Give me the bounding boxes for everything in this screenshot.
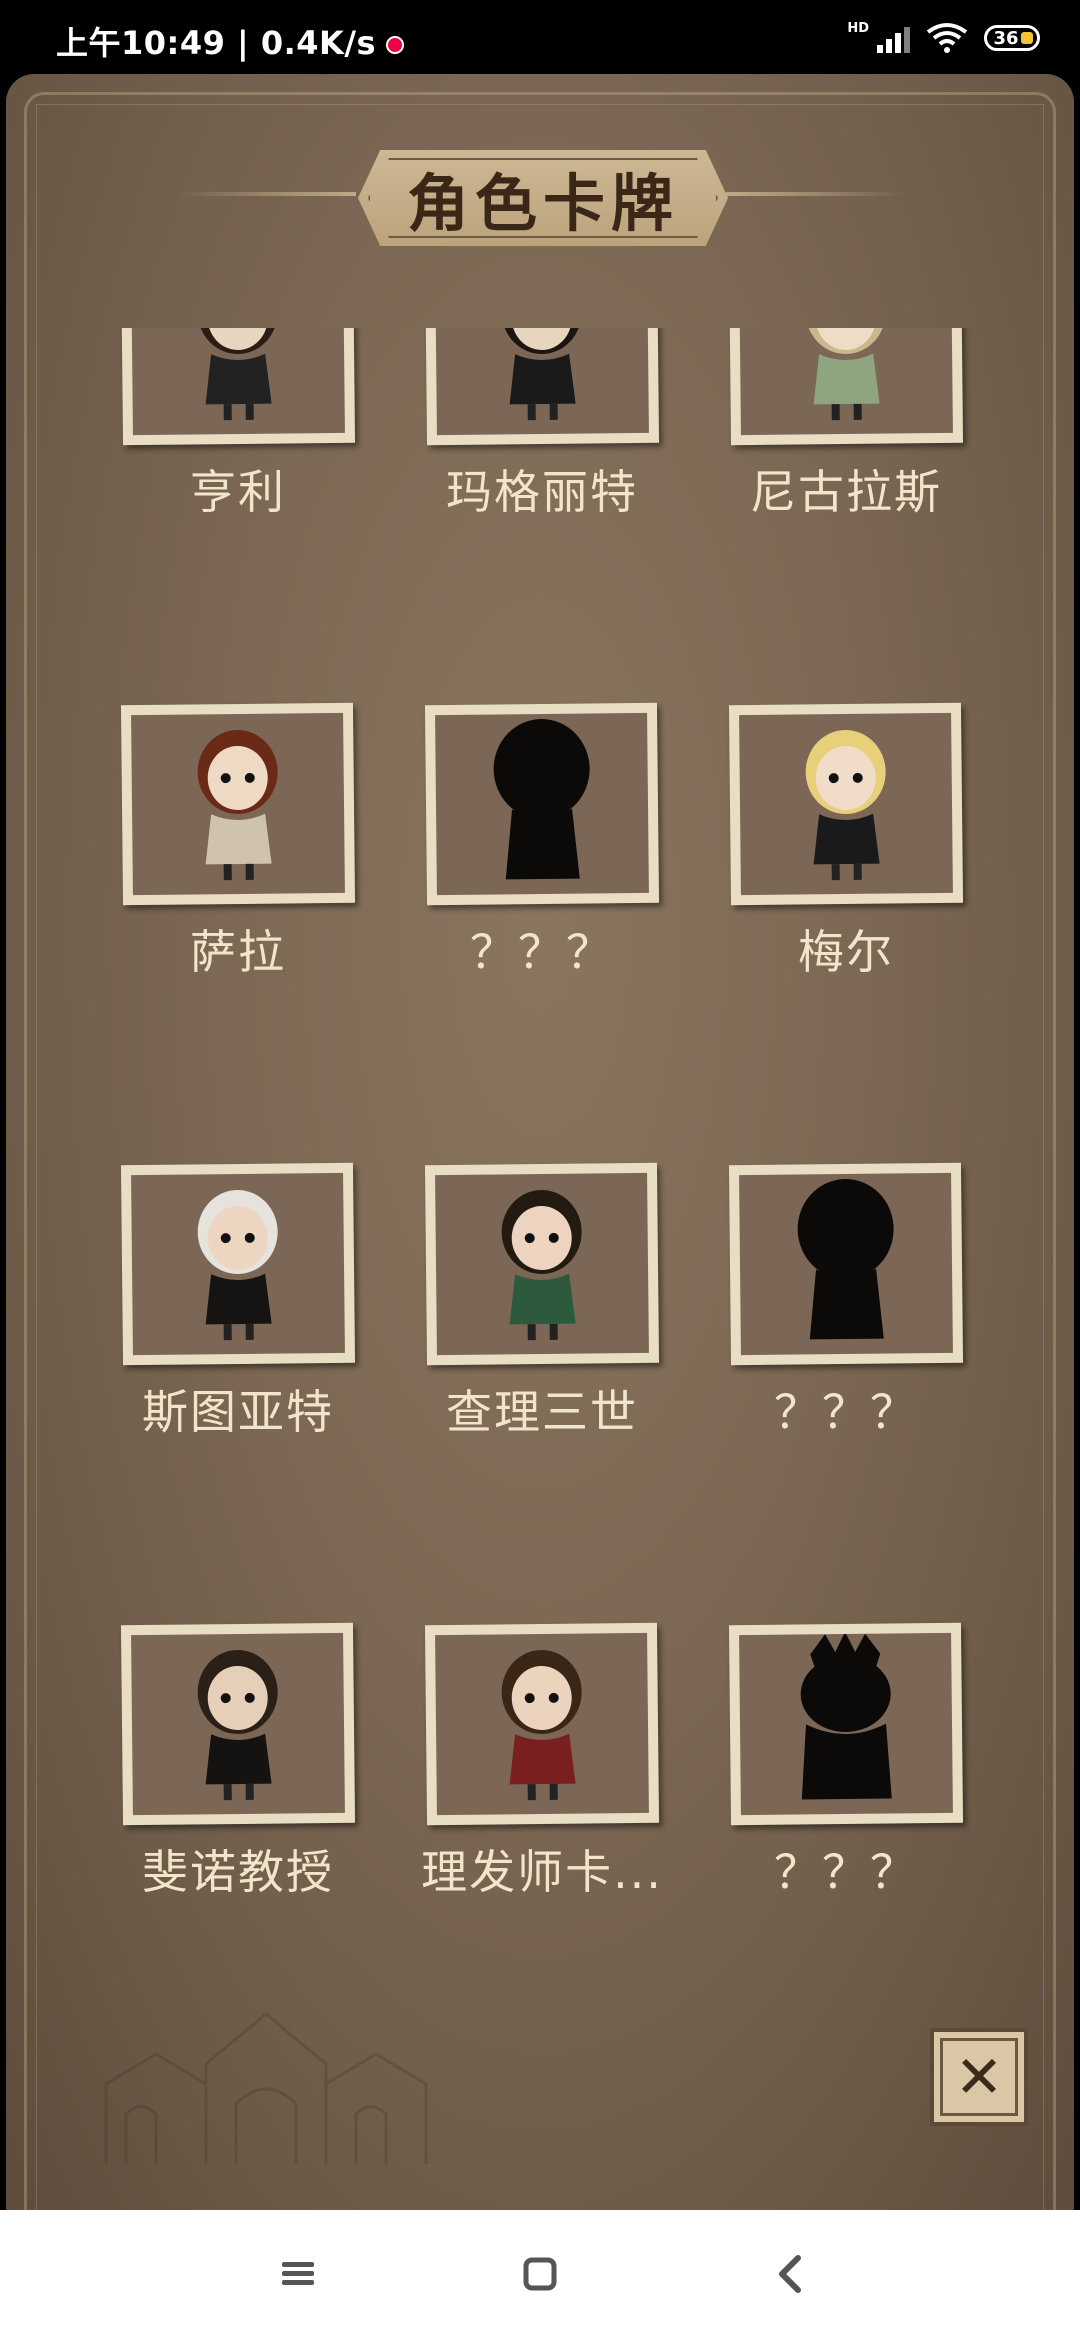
card-name: 斐诺教授 — [142, 1845, 334, 1899]
character-portrait-icon — [466, 328, 618, 429]
card-frame — [424, 1622, 660, 1826]
character-card[interactable]: ？？？ — [728, 1162, 964, 1439]
character-card[interactable]: 斯图亚特 — [120, 1162, 356, 1439]
card-frame — [424, 1162, 660, 1366]
character-portrait-icon — [162, 1173, 314, 1349]
page-title: 角色卡牌 — [406, 167, 679, 240]
hd-badge: HD — [847, 20, 869, 36]
character-portrait-icon — [162, 1633, 314, 1809]
card-portrait — [131, 712, 345, 896]
card-name: 理发师卡... — [421, 1845, 663, 1899]
menu-icon[interactable] — [278, 2250, 318, 2298]
title-flourish-left — [176, 192, 356, 196]
card-portrait — [739, 1172, 953, 1356]
card-portrait — [131, 328, 345, 436]
character-card[interactable]: 尼古拉斯 — [728, 328, 964, 519]
recording-icon — [386, 36, 405, 54]
card-frame — [728, 1162, 964, 1366]
card-name: ？？？ — [774, 1845, 918, 1899]
card-frame — [120, 328, 356, 446]
navigation-bar — [0, 2210, 1080, 2340]
card-frame — [424, 328, 660, 446]
card-portrait — [739, 328, 953, 436]
card-portrait — [435, 328, 649, 436]
card-frame — [120, 702, 356, 906]
wifi-icon — [926, 23, 968, 53]
character-portrait-icon — [466, 1633, 618, 1809]
character-card[interactable]: ？？？ — [728, 1622, 964, 1899]
card-name: 亨利 — [190, 465, 286, 519]
status-icons: HD 36 — [847, 20, 1040, 56]
status-time: 上午10:49 | 0.4K/s — [56, 18, 405, 64]
card-name: 斯图亚特 — [142, 1385, 334, 1439]
card-portrait — [435, 712, 649, 896]
title-flourish-right — [726, 192, 906, 196]
card-name: ？？？ — [774, 1385, 918, 1439]
character-portrait-icon — [162, 328, 314, 429]
character-card[interactable]: 玛格丽特 — [424, 328, 660, 519]
character-portrait-icon — [162, 713, 314, 889]
character-portrait-icon — [770, 713, 922, 889]
card-frame — [120, 1162, 356, 1366]
character-cards-panel: 角色卡牌 亨利 玛格丽特 尼古拉斯 萨拉 ？？？ 梅尔 斯图亚特 查理三世 ？？… — [6, 74, 1074, 2210]
character-portrait-icon — [466, 1173, 618, 1349]
character-card[interactable]: 斐诺教授 — [120, 1622, 356, 1899]
card-frame — [728, 1622, 964, 1826]
card-name: 萨拉 — [190, 925, 286, 979]
card-portrait — [131, 1172, 345, 1356]
card-frame — [424, 702, 660, 906]
card-grid[interactable]: 亨利 玛格丽特 尼古拉斯 萨拉 ？？？ 梅尔 斯图亚特 查理三世 ？？？ 斐诺教… — [66, 328, 1016, 2068]
character-card[interactable]: 梅尔 — [728, 702, 964, 979]
card-frame — [728, 328, 964, 446]
card-name: 查理三世 — [446, 1385, 638, 1439]
battery-icon: 36 — [984, 25, 1040, 51]
card-frame — [728, 702, 964, 906]
character-card[interactable]: 萨拉 — [120, 702, 356, 979]
card-portrait — [131, 1632, 345, 1816]
church-sketch-decoration — [104, 2012, 428, 2164]
card-name: 玛格丽特 — [446, 465, 638, 519]
home-icon[interactable] — [520, 2250, 560, 2298]
close-icon: ✕ — [954, 2043, 1004, 2111]
card-name: 梅尔 — [798, 925, 894, 979]
character-portrait-icon — [770, 328, 922, 429]
card-portrait — [435, 1632, 649, 1816]
card-portrait — [435, 1172, 649, 1356]
title-plate: 角色卡牌 — [358, 150, 728, 246]
card-frame — [120, 1622, 356, 1826]
status-bar: 上午10:49 | 0.4K/s HD 36 — [0, 0, 1080, 72]
locked-silhouette-icon — [770, 1173, 922, 1349]
character-card[interactable]: ？？？ — [424, 702, 660, 979]
card-name: ？？？ — [470, 925, 614, 979]
card-portrait — [739, 712, 953, 896]
locked-silhouette-icon — [770, 1632, 922, 1809]
close-button[interactable]: ✕ — [930, 2028, 1028, 2126]
back-icon[interactable] — [770, 2250, 810, 2298]
locked-silhouette-icon — [466, 713, 618, 889]
card-portrait — [739, 1632, 953, 1816]
card-name: 尼古拉斯 — [750, 465, 942, 519]
signal-icon — [877, 23, 910, 53]
character-card[interactable]: 查理三世 — [424, 1162, 660, 1439]
character-card[interactable]: 亨利 — [120, 328, 356, 519]
character-card[interactable]: 理发师卡... — [421, 1622, 661, 1899]
